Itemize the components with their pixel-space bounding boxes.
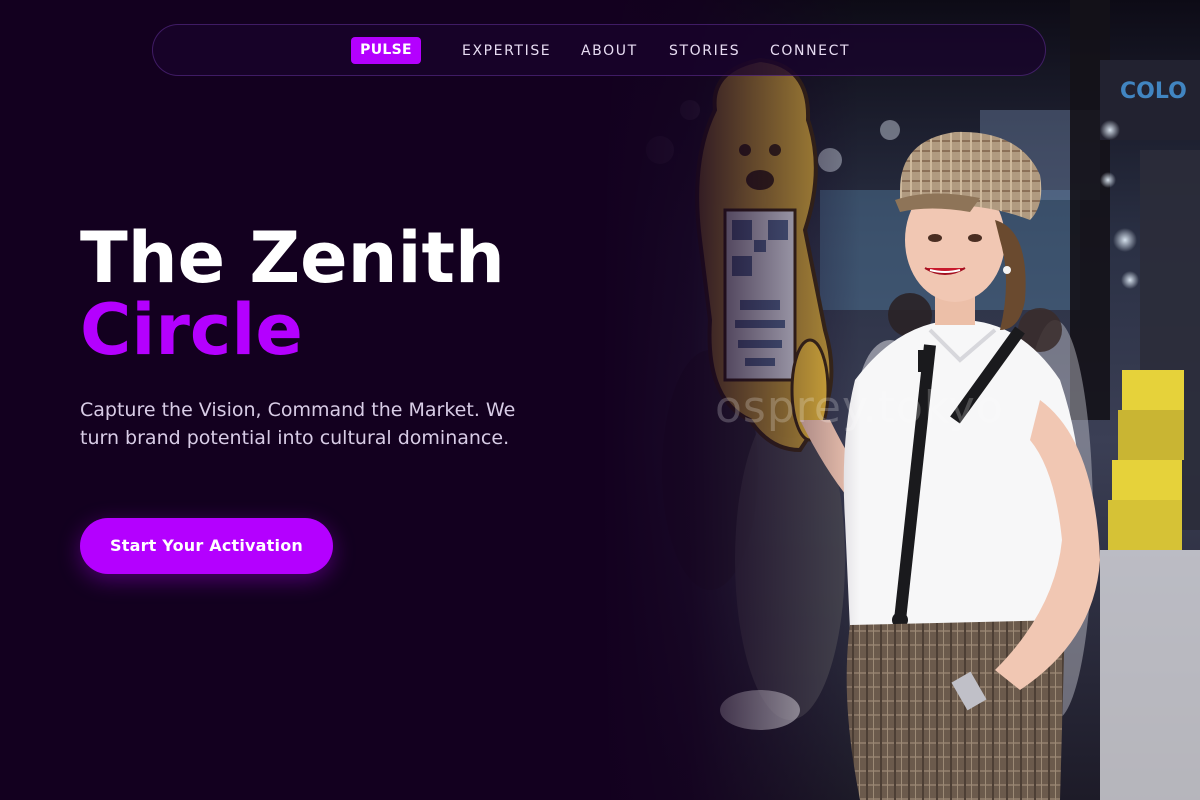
top-nav: PULSE EXPERTISE ABOUT STORIES CONNECT	[152, 24, 1046, 76]
hero-subtitle: Capture the Vision, Command the Market. …	[80, 399, 516, 449]
nav-link-stories[interactable]: STORIES	[669, 42, 740, 60]
hero-photo: COLO osprey.tokyo	[600, 0, 1200, 800]
start-activation-button[interactable]: Start Your Activation	[80, 518, 333, 574]
landing-page: COLO osprey.tokyo PULSE EXPERTISE ABOUT …	[0, 0, 1200, 800]
nav-link-about[interactable]: ABOUT	[581, 42, 638, 60]
photo-watermark: osprey.tokyo	[715, 382, 1004, 433]
svg-text:COLO: COLO	[1120, 79, 1187, 104]
hero-title-line2: Circle	[80, 289, 303, 371]
hero-title-line1: The Zenith	[80, 217, 505, 299]
nav-brand-pulse[interactable]: PULSE	[351, 37, 421, 64]
nav-link-expertise[interactable]: EXPERTISE	[462, 42, 551, 60]
hero-title: The Zenith Circle	[80, 222, 505, 366]
nav-link-connect[interactable]: CONNECT	[770, 42, 850, 60]
